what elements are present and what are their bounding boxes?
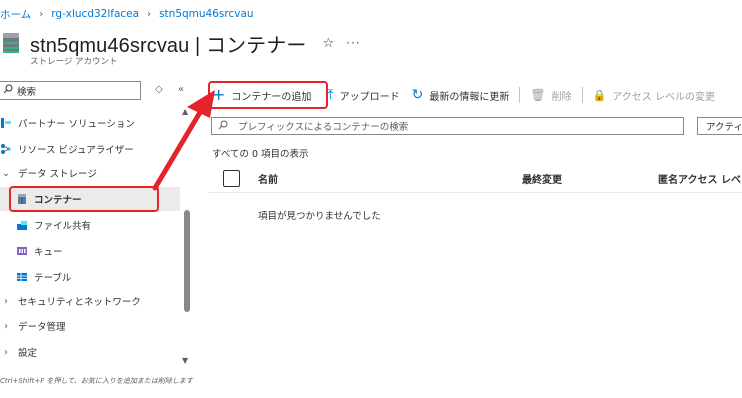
annotation-arrow [152,90,215,191]
